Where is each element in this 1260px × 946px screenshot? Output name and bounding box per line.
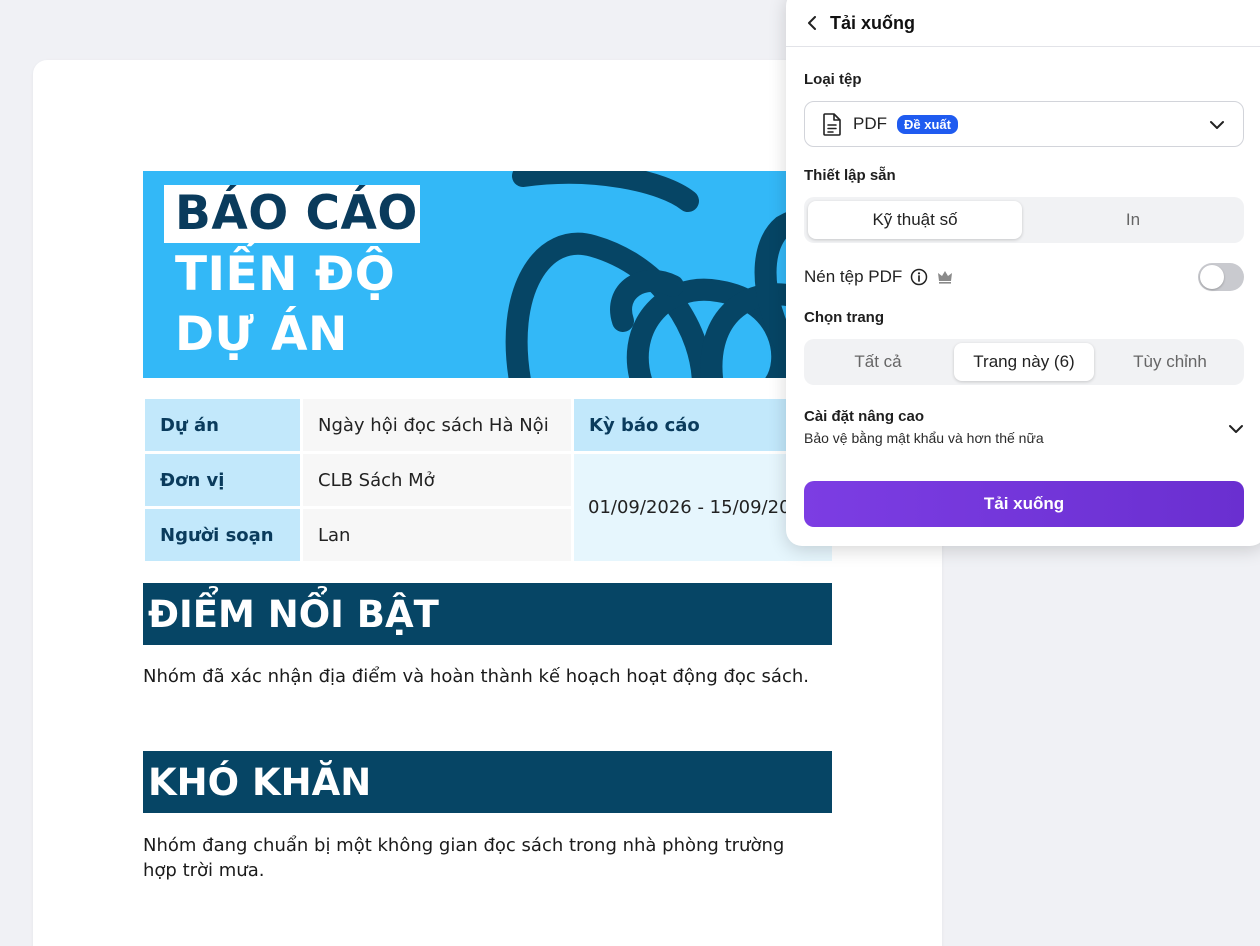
info-icon[interactable]	[910, 268, 928, 286]
file-type-value: PDF	[853, 114, 887, 133]
preset-label: Thiết lập sẵn	[804, 167, 896, 184]
highlights-text: Nhóm đã xác nhận địa điểm và hoàn thành …	[143, 666, 809, 687]
preset-digital[interactable]: Kỹ thuật số	[808, 201, 1022, 239]
page-range-selector: Tất cả Trang này (6) Tùy chỉnh	[804, 339, 1244, 385]
pages-custom[interactable]: Tùy chỉnh	[1100, 343, 1240, 381]
document-icon	[823, 112, 841, 136]
download-panel: Tải xuống Loại tệp PDF Đề xuất Thiết lập…	[786, 0, 1260, 546]
preset-print[interactable]: In	[1026, 201, 1240, 239]
recommended-badge: Đề xuất	[897, 114, 958, 134]
download-button[interactable]: Tải xuống	[804, 481, 1244, 527]
project-label: Dự án	[145, 399, 300, 451]
challenges-text: Nhóm đang chuẩn bị một không gian đọc sá…	[143, 835, 785, 881]
author-value: Lan	[303, 509, 571, 561]
challenges-heading: KHÓ KHĂN	[143, 751, 832, 813]
highlights-heading: ĐIỂM NỔI BẬT	[143, 583, 832, 645]
panel-title: Tải xuống	[830, 12, 915, 33]
project-value: Ngày hội đọc sách Hà Nội	[303, 399, 571, 451]
author-label: Người soạn	[145, 509, 300, 561]
file-type-label: Loại tệp	[804, 71, 862, 88]
pages-current[interactable]: Trang này (6)	[954, 343, 1094, 381]
title-banner: BÁO CÁO TIẾN ĐỘ DỰ ÁN	[143, 171, 832, 378]
compress-pdf-toggle[interactable]	[1198, 263, 1244, 291]
chevron-down-icon	[1210, 121, 1224, 129]
report-title-line-2: TIẾN ĐỘ	[175, 247, 396, 302]
panel-header: Tải xuống	[786, 0, 1260, 47]
report-title-line-3: DỰ ÁN	[175, 307, 348, 362]
back-arrow-icon[interactable]	[806, 16, 820, 30]
compress-pdf-label: Nén tệp PDF	[804, 267, 903, 286]
toggle-knob	[1200, 265, 1224, 289]
advanced-settings-subtitle: Bảo vệ bằng mật khẩu và hơn thế nữa	[804, 430, 1044, 446]
page-range-label: Chọn trang	[804, 309, 884, 326]
report-title-line-1: BÁO CÁO	[164, 185, 420, 243]
advanced-settings-toggle[interactable]: Cài đặt nâng cao Bảo vệ bằng mật khẩu và…	[804, 408, 1244, 456]
compress-pdf-row: Nén tệp PDF	[804, 262, 1244, 292]
unit-value: CLB Sách Mở	[303, 454, 571, 506]
file-type-select[interactable]: PDF Đề xuất	[804, 101, 1244, 147]
preset-selector: Kỹ thuật số In	[804, 197, 1244, 243]
pages-all[interactable]: Tất cả	[808, 343, 948, 381]
advanced-settings-title: Cài đặt nâng cao	[804, 408, 925, 425]
unit-label: Đơn vị	[145, 454, 300, 506]
crown-icon	[938, 271, 953, 284]
chevron-down-icon	[1229, 425, 1243, 433]
